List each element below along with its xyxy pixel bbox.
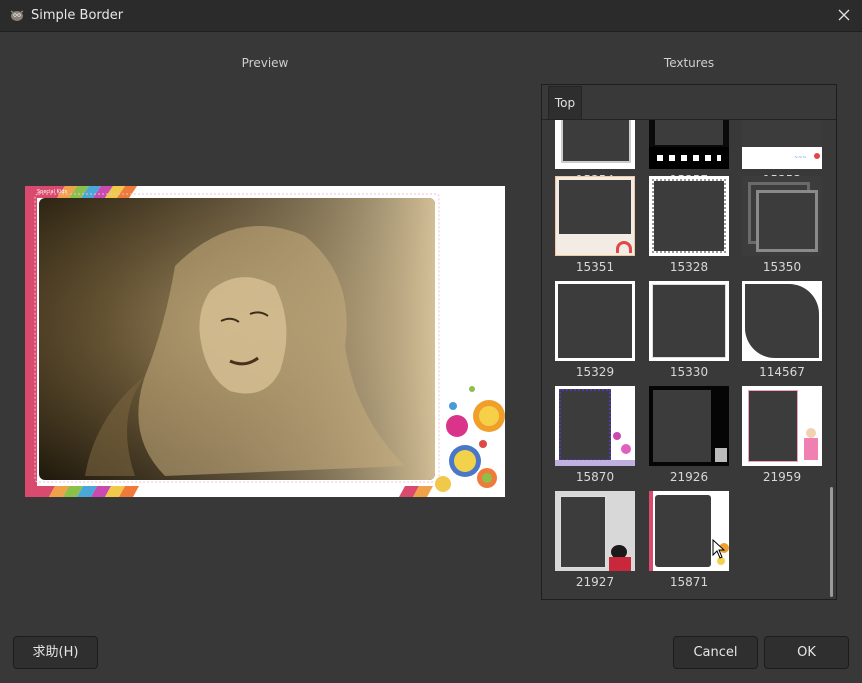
texture-item-15330[interactable]: 15330: [649, 281, 729, 379]
texture-item-15351[interactable]: 15351: [555, 176, 635, 274]
texture-item-114567[interactable]: 114567: [742, 281, 822, 379]
texture-thumbnail: [555, 491, 635, 571]
textures-label: Textures: [663, 56, 715, 70]
ok-button[interactable]: OK: [764, 636, 849, 669]
texture-label: 21926: [669, 470, 709, 484]
preview-label: Preview: [241, 56, 289, 70]
texture-item-15329[interactable]: 15329: [555, 281, 635, 379]
close-button[interactable]: [832, 4, 856, 26]
textures-grid: 15354 15357 ~~~ 15353 15351: [542, 120, 836, 599]
textures-panel: Top 15354 15357 ~~~ 15353: [541, 84, 837, 600]
texture-item-21927[interactable]: 21927: [555, 491, 635, 589]
texture-label: 15329: [575, 365, 615, 379]
texture-label: 15870: [575, 470, 615, 484]
texture-item-15328[interactable]: 15328: [649, 176, 729, 274]
window-title: Simple Border: [31, 8, 124, 23]
texture-item-15350[interactable]: 15350: [742, 176, 822, 274]
close-icon: [838, 9, 850, 21]
texture-thumbnail: [649, 281, 729, 361]
textures-scrollbar[interactable]: [830, 487, 833, 597]
texture-thumbnail: [555, 386, 635, 466]
preview-image: Special Kids: [25, 186, 505, 497]
texture-thumbnail: [649, 120, 729, 169]
texture-label: 15328: [669, 260, 709, 274]
texture-thumbnail: [555, 281, 635, 361]
texture-thumbnail: [649, 386, 729, 466]
cancel-button[interactable]: Cancel: [673, 636, 758, 669]
texture-thumbnail: [649, 176, 729, 256]
texture-thumbnail: [742, 386, 822, 466]
texture-label: 15871: [669, 575, 709, 589]
gimp-icon: [10, 10, 24, 21]
texture-item-21926[interactable]: 21926: [649, 386, 729, 484]
tab-top[interactable]: Top: [548, 86, 582, 119]
texture-thumbnail: [555, 120, 635, 169]
texture-label: 15350: [762, 260, 802, 274]
texture-label: 15330: [669, 365, 709, 379]
help-button[interactable]: 求助(H): [13, 636, 98, 669]
texture-label: 114567: [759, 365, 805, 379]
texture-label: 15351: [575, 260, 615, 274]
texture-label: 21959: [762, 470, 802, 484]
texture-thumbnail: [742, 176, 822, 256]
texture-label: 21927: [575, 575, 615, 589]
texture-thumbnail: ~~~: [742, 120, 822, 169]
title-bar: Simple Border: [0, 0, 862, 32]
textures-tab-bar: Top: [542, 85, 836, 120]
mouse-pointer-icon: [712, 539, 726, 559]
texture-item-21959[interactable]: 21959: [742, 386, 822, 484]
texture-thumbnail: [649, 491, 729, 571]
texture-item-15870[interactable]: 15870: [555, 386, 635, 484]
texture-thumbnail: [742, 281, 822, 361]
texture-thumbnail: [555, 176, 635, 256]
